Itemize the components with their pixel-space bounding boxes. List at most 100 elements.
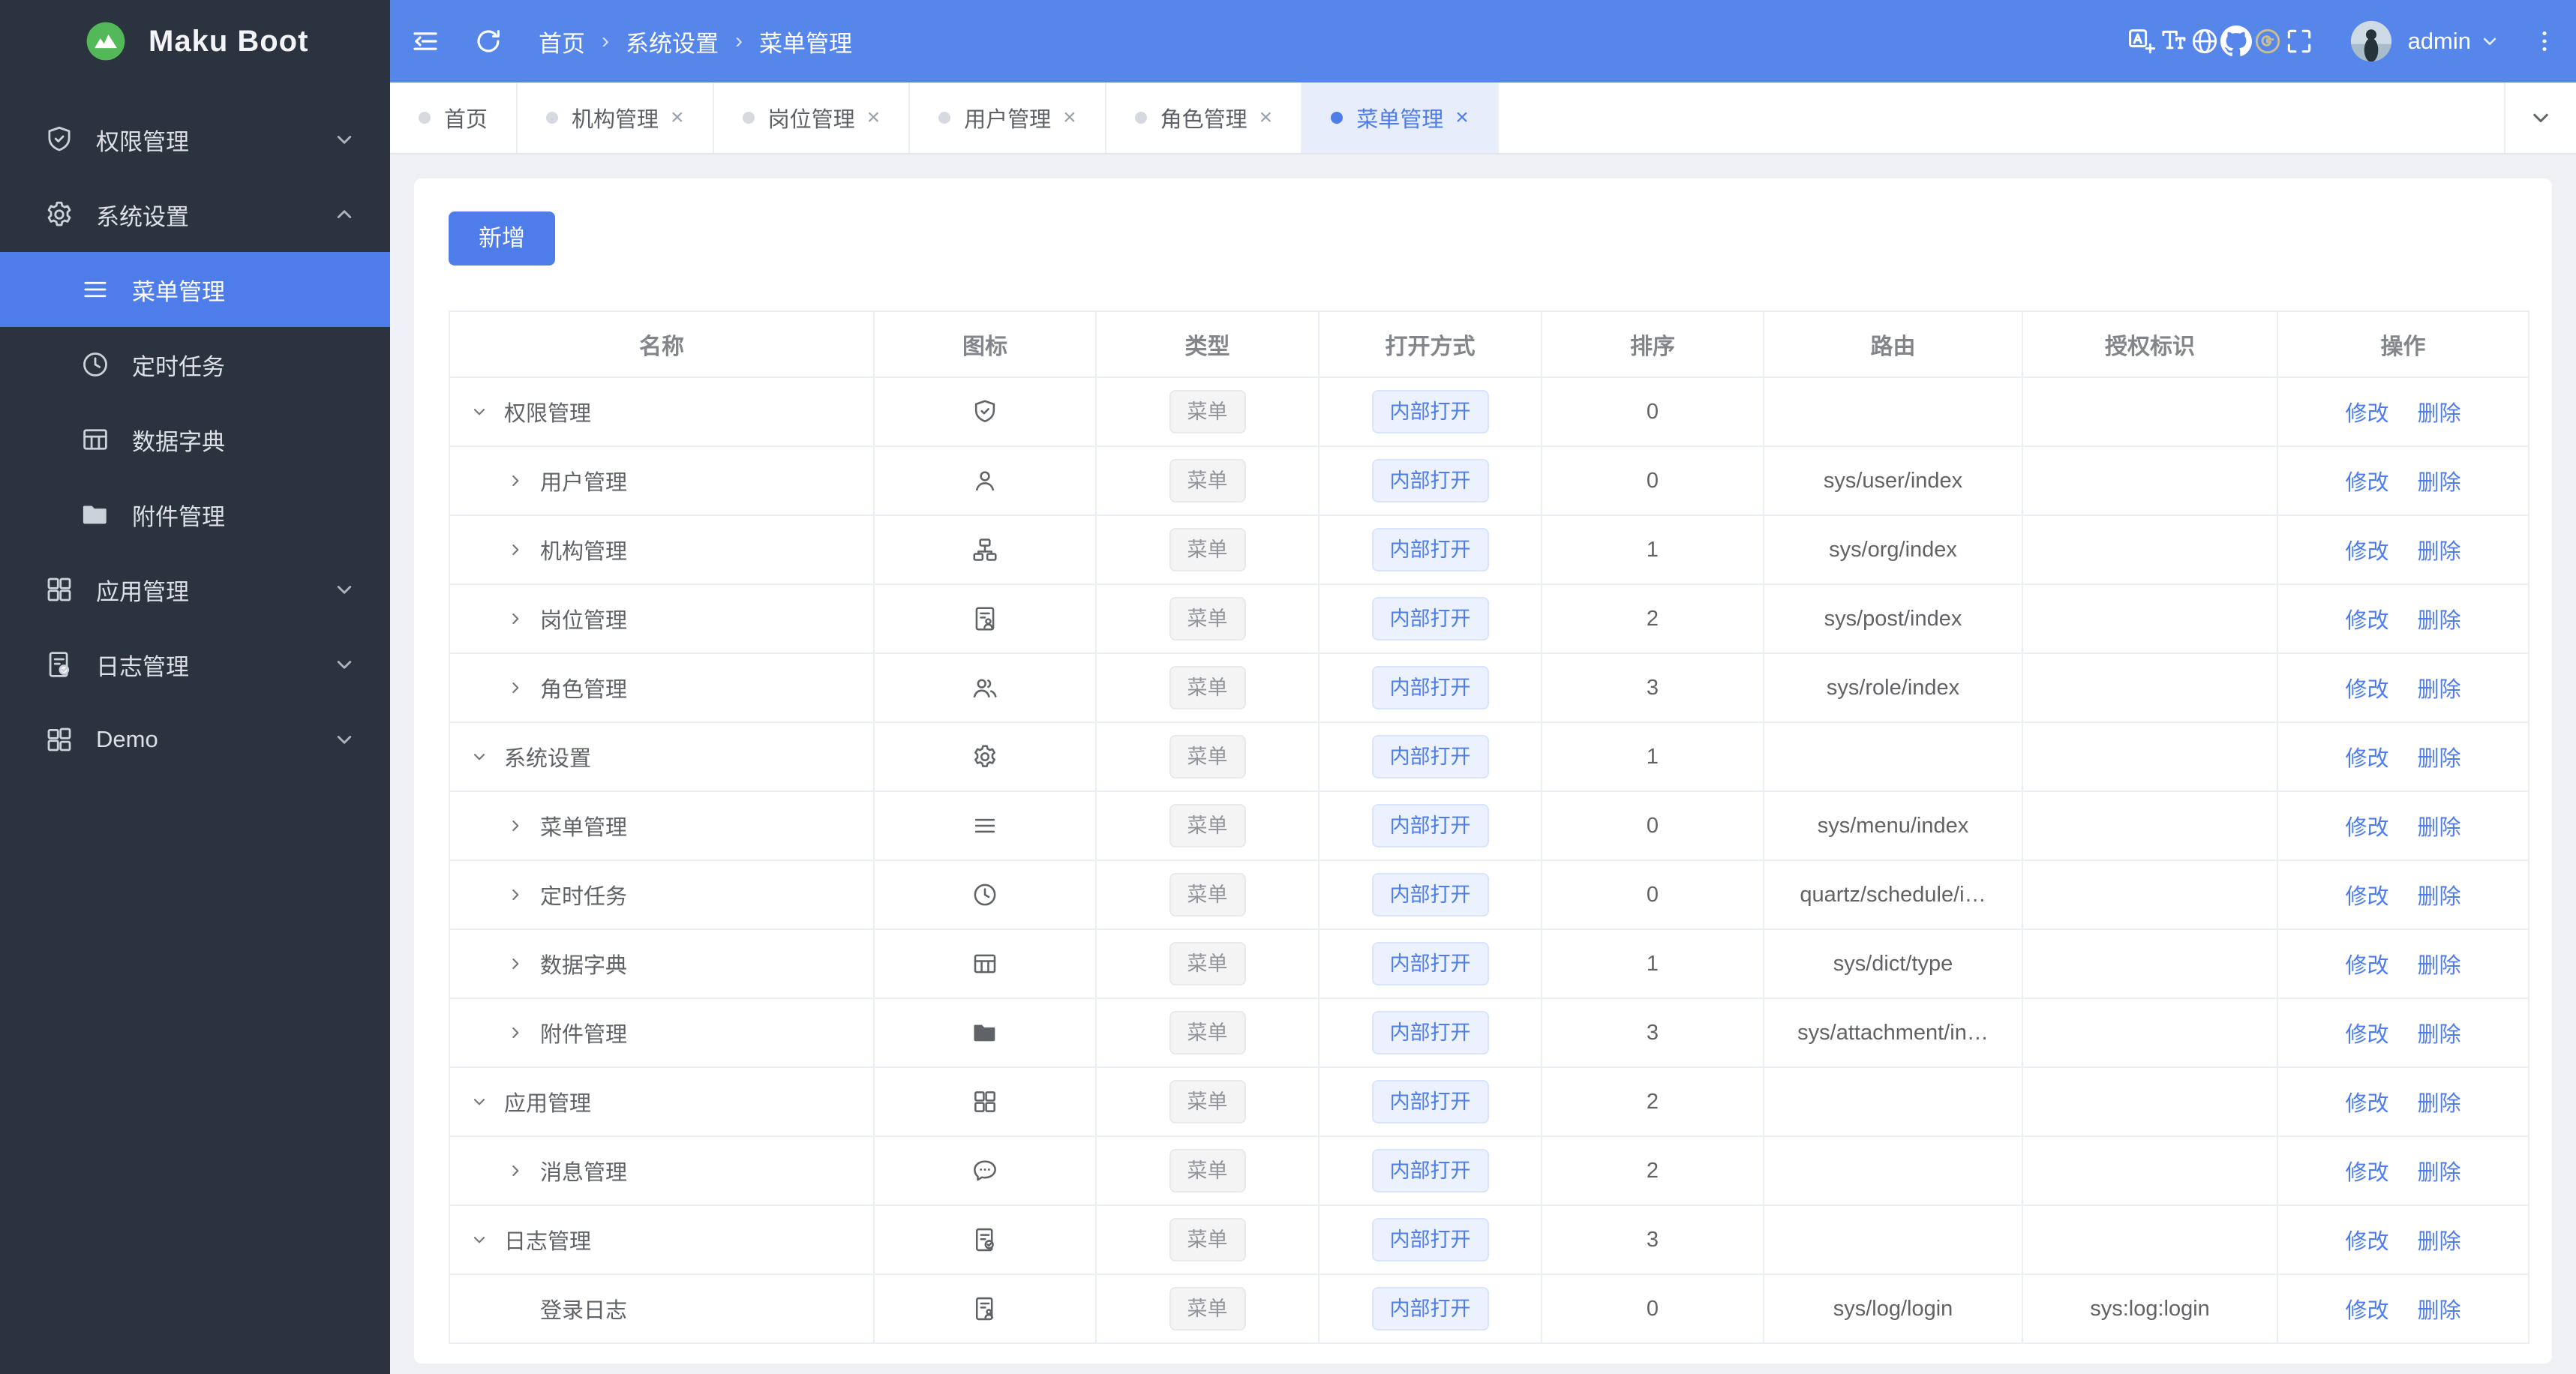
chevron-right-icon[interactable] xyxy=(506,538,540,561)
edit-link[interactable]: 修改 xyxy=(2345,1155,2388,1186)
edit-link[interactable]: 修改 xyxy=(2345,1224,2388,1256)
chevron-right-icon[interactable] xyxy=(506,952,540,975)
chevron-down-icon[interactable] xyxy=(470,400,504,423)
edit-link[interactable]: 修改 xyxy=(2345,465,2388,496)
chevron-right-icon[interactable] xyxy=(506,1160,540,1182)
collapse-sidebar-icon[interactable] xyxy=(410,26,441,57)
tab-close-icon[interactable]: × xyxy=(867,106,881,129)
delete-link[interactable]: 删除 xyxy=(2418,465,2461,496)
menu-type-cell: 菜单 xyxy=(1097,1275,1320,1342)
menu-icon-cell xyxy=(875,792,1097,860)
open-mode-tag: 内部打开 xyxy=(1371,942,1489,986)
delete-link[interactable]: 删除 xyxy=(2418,1155,2461,1186)
sidebar-item-app[interactable]: 应用管理 xyxy=(0,552,390,627)
fullscreen-icon[interactable] xyxy=(2283,26,2315,57)
chevron-right-icon[interactable] xyxy=(506,470,540,492)
delete-link[interactable]: 删除 xyxy=(2418,879,2461,910)
sidebar-item-log[interactable]: 日志管理 xyxy=(0,627,390,702)
delete-link[interactable]: 删除 xyxy=(2418,396,2461,428)
tab-用户管理[interactable]: 用户管理 × xyxy=(910,82,1106,153)
tab-首页[interactable]: 首页 xyxy=(390,82,518,153)
tab-label: 用户管理 xyxy=(964,108,1052,132)
auth-cell: sys:log:login xyxy=(2023,1275,2278,1342)
route-cell xyxy=(1764,1068,2023,1136)
tab-菜单管理[interactable]: 菜单管理 × xyxy=(1302,82,1499,153)
tab-label: 机构管理 xyxy=(572,108,659,132)
github-icon[interactable] xyxy=(2220,26,2252,57)
add-button[interactable]: 新增 xyxy=(449,212,555,266)
tab-close-icon[interactable]: × xyxy=(1063,106,1076,129)
breadcrumb-separator: › xyxy=(735,28,743,53)
translate-icon[interactable] xyxy=(2126,26,2157,57)
app-logo-icon xyxy=(84,20,128,63)
tab-close-icon[interactable]: × xyxy=(671,106,684,129)
actions-cell: 修改 删除 xyxy=(2278,861,2528,928)
chevron-right-icon[interactable] xyxy=(506,1022,540,1044)
breadcrumb-item[interactable]: 首页 xyxy=(539,25,585,58)
type-tag: 菜单 xyxy=(1169,390,1246,434)
delete-link[interactable]: 删除 xyxy=(2418,603,2461,634)
user-menu[interactable]: admin xyxy=(2348,18,2501,64)
sidebar-item-system[interactable]: 系统设置 xyxy=(0,177,390,252)
chevron-right-icon[interactable] xyxy=(506,814,540,837)
edit-link[interactable]: 修改 xyxy=(2345,879,2388,910)
tab-close-icon[interactable]: × xyxy=(1455,106,1469,129)
auth-cell xyxy=(2023,792,2278,860)
delete-link[interactable]: 删除 xyxy=(2418,810,2461,842)
gitee-icon[interactable] xyxy=(2252,26,2283,57)
edit-link[interactable]: 修改 xyxy=(2345,1017,2388,1048)
sidebar-item-label: 系统设置 xyxy=(96,203,189,230)
sidebar-item-permission[interactable]: 权限管理 xyxy=(0,102,390,177)
actions-cell: 修改 删除 xyxy=(2278,378,2528,446)
edit-link[interactable]: 修改 xyxy=(2345,948,2388,980)
menu-type-cell: 菜单 xyxy=(1097,1068,1320,1136)
chevron-down-icon[interactable] xyxy=(470,1090,504,1113)
edit-link[interactable]: 修改 xyxy=(2345,603,2388,634)
more-menu-icon[interactable] xyxy=(2531,28,2558,55)
menu-icon-cell xyxy=(875,1206,1097,1274)
edit-link[interactable]: 修改 xyxy=(2345,1086,2388,1118)
delete-link[interactable]: 删除 xyxy=(2418,948,2461,980)
sidebar-item-menu[interactable]: 菜单管理 xyxy=(0,252,390,327)
edit-link[interactable]: 修改 xyxy=(2345,396,2388,428)
sidebar-item-schedule[interactable]: 定时任务 xyxy=(0,327,390,402)
sidebar-item-demo[interactable]: Demo xyxy=(0,702,390,777)
tab-机构管理[interactable]: 机构管理 × xyxy=(518,82,714,153)
tab-list-dropdown[interactable] xyxy=(2504,82,2576,153)
chevron-down-icon xyxy=(332,577,357,602)
delete-link[interactable]: 删除 xyxy=(2418,1017,2461,1048)
column-header: 打开方式 xyxy=(1320,312,1542,376)
avatar[interactable] xyxy=(2348,18,2394,64)
open-mode-tag: 内部打开 xyxy=(1371,804,1489,848)
chevron-down-icon[interactable] xyxy=(470,746,504,768)
chevron-down-icon[interactable] xyxy=(470,1228,504,1251)
open-mode-tag: 内部打开 xyxy=(1371,1287,1489,1330)
chevron-right-icon[interactable] xyxy=(506,884,540,906)
edit-link[interactable]: 修改 xyxy=(2345,672,2388,704)
auth-cell xyxy=(2023,516,2278,584)
delete-link[interactable]: 删除 xyxy=(2418,534,2461,566)
sidebar-item-dict[interactable]: 数据字典 xyxy=(0,402,390,477)
chevron-right-icon[interactable] xyxy=(506,676,540,699)
sidebar-item-attachment[interactable]: 附件管理 xyxy=(0,477,390,552)
edit-link[interactable]: 修改 xyxy=(2345,534,2388,566)
open-mode-cell: 内部打开 xyxy=(1320,516,1542,584)
tab-岗位管理[interactable]: 岗位管理 × xyxy=(713,82,911,153)
font-size-icon[interactable] xyxy=(2157,26,2189,57)
sort-cell: 3 xyxy=(1542,1206,1764,1274)
tab-close-icon[interactable]: × xyxy=(1259,106,1273,129)
type-tag: 菜单 xyxy=(1169,528,1246,572)
delete-link[interactable]: 删除 xyxy=(2418,672,2461,704)
breadcrumb-item[interactable]: 系统设置 xyxy=(626,25,719,58)
refresh-icon[interactable] xyxy=(473,26,504,57)
globe-icon[interactable] xyxy=(2189,26,2220,57)
edit-link[interactable]: 修改 xyxy=(2345,741,2388,772)
chevron-right-icon[interactable] xyxy=(506,608,540,630)
delete-link[interactable]: 删除 xyxy=(2418,1086,2461,1118)
edit-link[interactable]: 修改 xyxy=(2345,1293,2388,1324)
delete-link[interactable]: 删除 xyxy=(2418,1293,2461,1324)
delete-link[interactable]: 删除 xyxy=(2418,741,2461,772)
tab-角色管理[interactable]: 角色管理 × xyxy=(1106,82,1303,153)
delete-link[interactable]: 删除 xyxy=(2418,1224,2461,1256)
edit-link[interactable]: 修改 xyxy=(2345,810,2388,842)
